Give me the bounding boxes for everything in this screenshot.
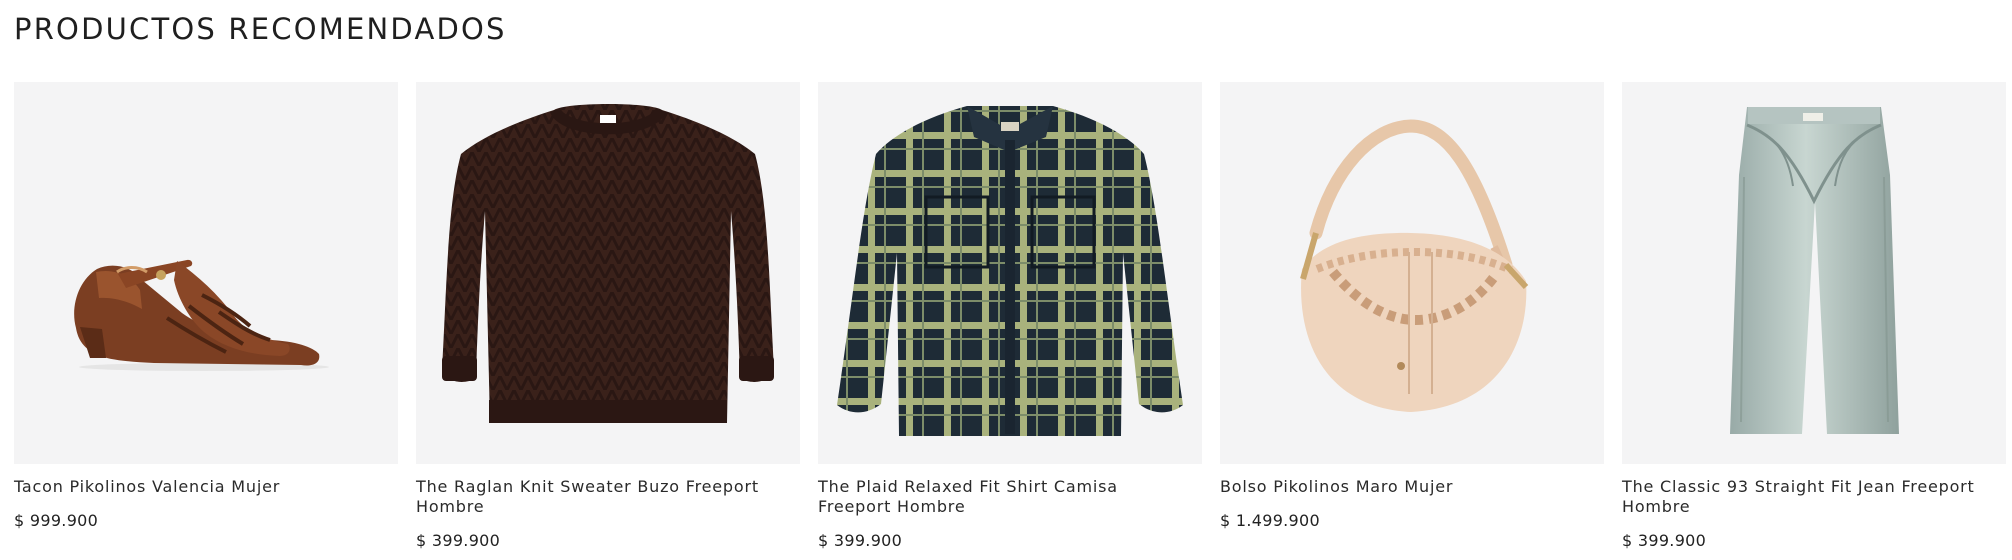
product-card-pikolinos-valencia[interactable]: Tacon Pikolinos Valencia Mujer $ 999.900 bbox=[14, 82, 398, 551]
product-price: $ 399.900 bbox=[818, 531, 903, 550]
sandal-icon bbox=[74, 259, 329, 371]
product-image-jeans[interactable] bbox=[1622, 82, 2006, 464]
sweater-icon bbox=[442, 104, 774, 423]
product-name[interactable]: Bolso Pikolinos Maro Mujer bbox=[1220, 477, 1598, 497]
product-card-classic-93-jean[interactable]: The Classic 93 Straight Fit Jean Freepor… bbox=[1622, 82, 2006, 551]
plaid-shirt-icon bbox=[837, 106, 1183, 436]
product-image-sandal[interactable] bbox=[14, 82, 398, 464]
product-name[interactable]: Tacon Pikolinos Valencia Mujer bbox=[14, 477, 392, 497]
handbag-icon bbox=[1300, 119, 1529, 412]
product-card-pikolinos-maro-bag[interactable]: Bolso Pikolinos Maro Mujer $ 1.499.900 bbox=[1220, 82, 1604, 551]
product-price: $ 399.900 bbox=[1622, 531, 1707, 550]
product-grid: Tacon Pikolinos Valencia Mujer $ 999.900 bbox=[14, 82, 2006, 551]
product-name[interactable]: The Classic 93 Straight Fit Jean Freepor… bbox=[1622, 477, 2000, 517]
product-price: $ 399.900 bbox=[416, 531, 501, 550]
product-price: $ 1.499.900 bbox=[1220, 511, 1320, 530]
product-image-plaid-shirt[interactable] bbox=[818, 82, 1202, 464]
product-card-plaid-relaxed-shirt[interactable]: The Plaid Relaxed Fit Shirt Camisa Freep… bbox=[818, 82, 1202, 551]
product-image-handbag[interactable] bbox=[1220, 82, 1604, 464]
jeans-icon bbox=[1730, 107, 1899, 434]
section-title: PRODUCTOS RECOMENDADOS bbox=[14, 12, 507, 46]
recommended-products-section: PRODUCTOS RECOMENDADOS Tacon Pikolinos V… bbox=[0, 0, 2012, 560]
product-name[interactable]: The Raglan Knit Sweater Buzo Freeport Ho… bbox=[416, 477, 794, 517]
product-image-sweater[interactable] bbox=[416, 82, 800, 464]
product-price: $ 999.900 bbox=[14, 511, 99, 530]
product-name[interactable]: The Plaid Relaxed Fit Shirt Camisa Freep… bbox=[818, 477, 1196, 517]
product-card-raglan-knit-sweater[interactable]: The Raglan Knit Sweater Buzo Freeport Ho… bbox=[416, 82, 800, 551]
